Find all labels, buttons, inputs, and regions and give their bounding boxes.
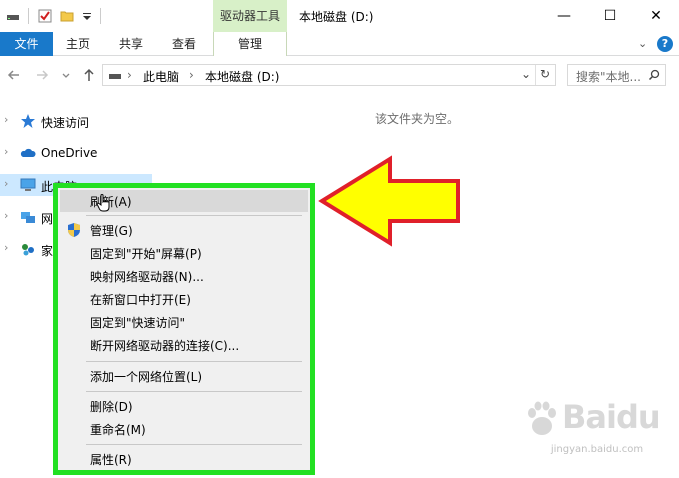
menu-item-refresh[interactable]: 刷新(A): [60, 190, 308, 212]
address-bar[interactable]: › 此电脑 › 本地磁盘 (D:) ⌄ ↻: [102, 64, 556, 86]
nav-label: OneDrive: [41, 146, 98, 160]
tab-view[interactable]: 查看: [163, 32, 205, 56]
recent-locations-icon[interactable]: [60, 67, 72, 83]
menu-separator: [86, 361, 302, 362]
breadcrumb-this-pc[interactable]: 此电脑: [143, 68, 179, 85]
shield-icon: [68, 223, 80, 237]
up-arrow-icon[interactable]: [81, 67, 97, 83]
tab-share[interactable]: 共享: [110, 32, 152, 56]
address-drive-icon: [109, 74, 121, 79]
menu-item-delete[interactable]: 删除(D): [60, 395, 308, 417]
star-icon: [21, 114, 35, 128]
menu-item-rename[interactable]: 重命名(M): [60, 418, 308, 440]
nav-item-quick-access[interactable]: › 快速访问: [0, 110, 152, 132]
help-button[interactable]: ?: [657, 36, 673, 52]
title-bar: 驱动器工具 本地磁盘 (D:) — ☐ ✕: [0, 0, 679, 32]
menu-item-add-network-location[interactable]: 添加一个网络位置(L): [60, 365, 308, 387]
search-icon[interactable]: [648, 69, 660, 81]
new-folder-icon[interactable]: [60, 9, 74, 23]
drive-icon[interactable]: [6, 9, 20, 23]
pc-icon: [20, 178, 36, 191]
menu-item-pin-to-start[interactable]: 固定到"开始"屏幕(P): [60, 242, 308, 264]
network-icon: [21, 212, 35, 223]
expand-chevron-icon[interactable]: ›: [4, 177, 8, 190]
window-title: 本地磁盘 (D:): [299, 10, 374, 24]
menu-item-label: 固定到"开始"屏幕(P): [90, 247, 202, 261]
menu-item-properties[interactable]: 属性(R): [60, 448, 308, 470]
menu-item-label: 在新窗口中打开(E): [90, 293, 191, 307]
breadcrumb-local-disk[interactable]: 本地磁盘 (D:): [205, 68, 279, 85]
qat-dropdown-icon[interactable]: [80, 9, 94, 23]
menu-item-label: 删除(D): [90, 400, 133, 414]
properties-check-icon[interactable]: [38, 9, 52, 23]
menu-separator: [86, 391, 302, 392]
menu-item-label: 映射网络驱动器(N)...: [90, 270, 204, 284]
menu-item-label: 断开网络驱动器的连接(C)...: [90, 339, 240, 353]
tab-home[interactable]: 主页: [57, 32, 99, 56]
menu-separator: [86, 215, 302, 216]
annotation-arrow-icon: [318, 155, 460, 247]
expand-chevron-icon[interactable]: ›: [4, 113, 8, 126]
maximize-button[interactable]: ☐: [587, 0, 633, 32]
watermark: Baidu jingyan.baidu.com: [522, 398, 672, 460]
context-tab-group-label: 驱动器工具: [213, 0, 287, 32]
menu-item-disconnect-drive[interactable]: 断开网络驱动器的连接(C)...: [60, 334, 308, 356]
context-menu: 刷新(A) 管理(G) 固定到"开始"屏幕(P) 映射网络驱动器(N)... 在…: [58, 188, 310, 470]
menu-item-label: 固定到"快速访问": [90, 316, 186, 330]
menu-item-pin-quick-access[interactable]: 固定到"快速访问": [60, 311, 308, 333]
menu-separator: [86, 444, 302, 445]
expand-chevron-icon[interactable]: ›: [4, 145, 8, 158]
paw-logo-icon: [528, 401, 556, 435]
cloud-icon: [20, 148, 36, 157]
back-arrow-icon[interactable]: [6, 67, 22, 83]
search-input[interactable]: 搜索"本地...: [576, 68, 641, 85]
ribbon-expand-button[interactable]: ⌄: [638, 37, 647, 50]
nav-item-onedrive[interactable]: › OneDrive: [0, 142, 152, 164]
breadcrumb-separator: ›: [189, 68, 194, 82]
empty-folder-message: 该文件夹为空。: [375, 112, 460, 126]
menu-item-label: 重命名(M): [90, 423, 146, 437]
qat-divider: [28, 8, 29, 24]
refresh-button[interactable]: ↻: [540, 67, 550, 81]
address-divider: [535, 65, 536, 85]
forward-arrow-icon[interactable]: [34, 67, 50, 83]
nav-label: 网: [41, 212, 54, 226]
minimize-button[interactable]: —: [541, 0, 587, 32]
expand-chevron-icon[interactable]: ›: [4, 209, 8, 222]
address-dropdown-button[interactable]: ⌄: [521, 67, 531, 81]
ribbon-tabs: 文件 主页 共享 查看 管理: [0, 32, 679, 56]
breadcrumb-separator: ›: [127, 68, 132, 82]
menu-item-label: 属性(R): [90, 453, 132, 467]
nav-label: 快速访问: [41, 116, 90, 130]
tab-manage[interactable]: 管理: [213, 32, 287, 56]
homegroup-icon: [22, 244, 34, 256]
watermark-brand: Baidu: [562, 398, 661, 436]
menu-item-open-new-window[interactable]: 在新窗口中打开(E): [60, 288, 308, 310]
search-box[interactable]: 搜索"本地...: [567, 64, 666, 86]
expand-chevron-icon[interactable]: ›: [4, 241, 8, 254]
menu-item-map-drive[interactable]: 映射网络驱动器(N)...: [60, 265, 308, 287]
hand-cursor-icon: [96, 194, 110, 212]
menu-item-label: 管理(G): [90, 224, 133, 238]
tab-file[interactable]: 文件: [0, 32, 53, 56]
qat-divider: [100, 8, 101, 24]
nav-label: 家: [41, 244, 54, 258]
watermark-url: jingyan.baidu.com: [550, 444, 644, 455]
menu-item-label: 添加一个网络位置(L): [90, 370, 203, 384]
menu-item-manage[interactable]: 管理(G): [60, 219, 308, 241]
close-button[interactable]: ✕: [633, 0, 679, 32]
